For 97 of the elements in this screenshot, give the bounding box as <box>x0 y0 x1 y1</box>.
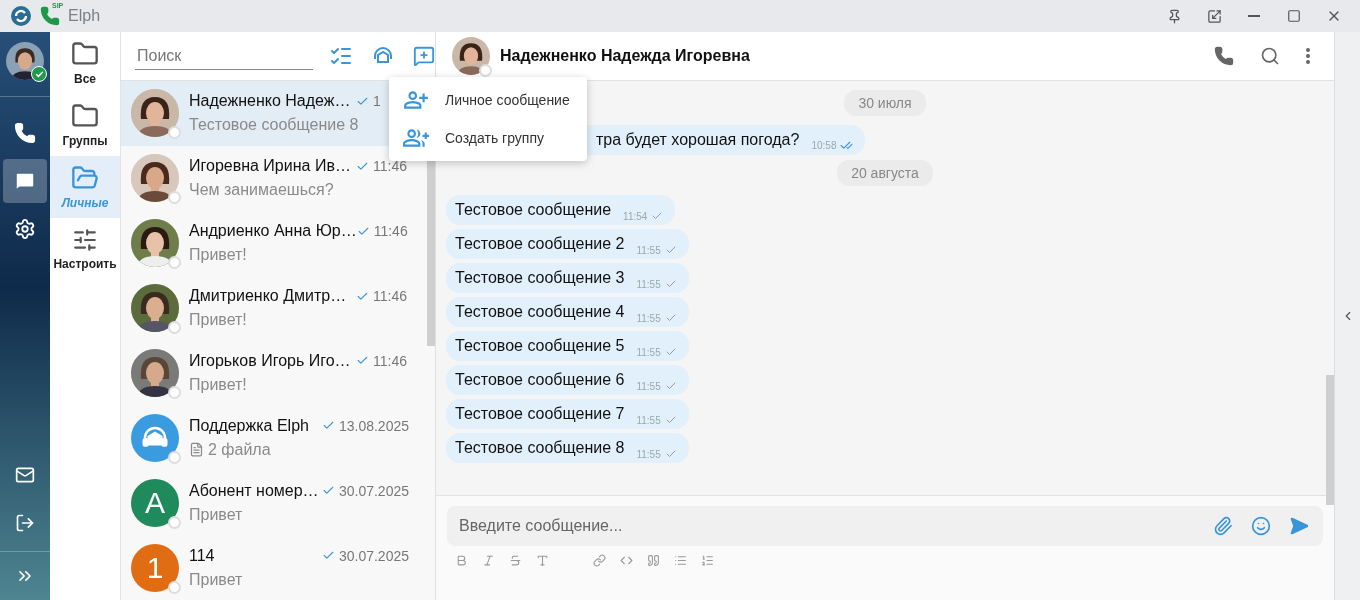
message-time: 11:55 <box>636 346 661 358</box>
search-field[interactable]: Поиск <box>135 42 313 70</box>
italic-button[interactable] <box>482 554 495 567</box>
letter-avatar: 1 <box>131 543 179 592</box>
contact-name: Андриенко Анна Юр… <box>189 222 357 241</box>
app-logo-icon <box>10 5 32 27</box>
pin-icon <box>1166 8 1182 24</box>
phone-icon <box>14 122 36 144</box>
chat-title: Надежненко Надежда Игоревна <box>500 47 750 65</box>
contact-name: Поддержка Elph <box>189 416 309 435</box>
folder-tab[interactable]: Группы <box>50 94 120 156</box>
code-button[interactable] <box>620 554 633 567</box>
message-text: Тестовое сообщение 3 <box>455 269 625 287</box>
chat-nav-button[interactable] <box>3 159 47 203</box>
message-preview: Привет! <box>189 375 247 394</box>
message-preview: Привет! <box>189 246 247 265</box>
scrollbar[interactable] <box>1326 375 1334 505</box>
message-time: 1 <box>373 93 382 110</box>
chat-list-item[interactable]: Дмитриенко Дмитр… 11:46 Привет! <box>121 275 427 341</box>
contact-name: 114 <box>189 546 215 565</box>
logout-icon <box>15 513 35 533</box>
message-time: 30.07.2025 <box>338 547 409 564</box>
message-text: Тестовое сообщение 2 <box>455 235 625 253</box>
letter-avatar: A <box>131 478 179 527</box>
contact-name: Игорьков Игорь Иго… <box>189 351 351 370</box>
send-icon <box>1289 516 1309 536</box>
message-plus-icon <box>413 45 435 67</box>
message-preview: 2 файла <box>208 440 271 459</box>
message-time: 30.07.2025 <box>338 482 409 499</box>
message-text: Тестовое сообщение 7 <box>455 405 625 423</box>
message-input[interactable]: Введите сообщение... <box>457 516 1197 536</box>
message-time: 11:55 <box>636 414 661 426</box>
message-time: 11:46 <box>373 288 408 305</box>
message-time: 10:58 <box>811 140 837 151</box>
chat-list-item[interactable]: Поддержка Elph 13.08.2025 2 файла <box>121 405 427 471</box>
sliders-icon <box>72 227 98 253</box>
quote-button[interactable] <box>647 554 660 567</box>
message-time: 11:46 <box>373 158 408 175</box>
message-field[interactable]: Введите сообщение... <box>447 506 1323 546</box>
more-icon <box>1306 48 1310 64</box>
emoji-button[interactable] <box>1249 514 1273 538</box>
sip-phone-icon <box>40 6 60 26</box>
message-time: 11:55 <box>636 380 661 392</box>
chat-list-item[interactable]: 1 114 30.07.2025 Привет <box>121 535 427 600</box>
message-text: Тестовое сообщение 6 <box>455 371 625 389</box>
minimize-icon <box>1248 15 1260 17</box>
chat-list-item[interactable]: Андриенко Анна Юр… 11:46 Привет! <box>121 210 427 276</box>
chat-list-item[interactable]: A Абонент номер… 30.07.2025 Привет <box>121 470 427 536</box>
contact-name: Игоревна Ирина Ив… <box>189 157 351 176</box>
link-button[interactable] <box>593 554 606 567</box>
message-preview: Привет! <box>189 311 247 330</box>
numbered-list-button[interactable] <box>701 554 714 567</box>
heading-button[interactable] <box>536 554 549 567</box>
smile-icon <box>1251 516 1271 536</box>
contact-name: Дмитриенко Дмитр… <box>189 287 347 306</box>
message-time: 13.08.2025 <box>338 417 409 434</box>
message-preview: Чем занимаешься? <box>189 181 334 200</box>
settings-icon <box>14 218 36 240</box>
message-preview: Тестовое сообщение 8 <box>189 116 359 135</box>
message-time: 11:55 <box>636 448 661 460</box>
folder-icon <box>71 102 99 130</box>
app-title: Elph <box>68 7 101 25</box>
folder-tab[interactable]: Все <box>50 32 120 94</box>
status-ring <box>168 191 181 205</box>
message-text: Тестовое сообщение 5 <box>455 337 625 355</box>
bullet-list-button[interactable] <box>674 554 687 567</box>
folder-tab[interactable]: Настроить <box>50 218 120 280</box>
message-time: 11:55 <box>636 244 661 256</box>
paperclip-icon <box>1213 516 1233 536</box>
message-time: 11:46 <box>373 223 409 240</box>
bold-button[interactable] <box>455 554 468 567</box>
phone-icon <box>1214 46 1234 66</box>
message-preview: Привет <box>189 570 243 589</box>
status-ring <box>168 321 181 335</box>
date-separator: 20 августа <box>837 160 933 186</box>
message-text: Тестовое сообщение 4 <box>455 303 625 321</box>
contact-name: Надежненко Надеж… <box>189 92 351 111</box>
message-time: 11:55 <box>636 312 661 324</box>
strikethrough-button[interactable] <box>509 554 522 567</box>
date-separator: 30 июля <box>844 90 926 116</box>
contact-name: Абонент номер… <box>189 481 319 500</box>
folder-icon <box>71 40 99 68</box>
message-time: 11:54 <box>623 210 648 222</box>
maximize-icon <box>1287 9 1301 23</box>
message-preview: Привет <box>189 505 243 524</box>
message-text: Тестовое сообщение 8 <box>455 439 625 457</box>
status-ring <box>168 126 181 140</box>
mail-icon <box>15 465 35 485</box>
message-time: 11:46 <box>373 352 408 369</box>
chat-icon <box>14 170 36 192</box>
status-ring <box>168 256 181 270</box>
chat-list-item[interactable]: Игорьков Игорь Иго… 11:46 Привет! <box>121 340 427 406</box>
message-text: Тестовое сообщение <box>455 201 612 219</box>
resize-icon <box>1206 8 1222 24</box>
search-icon <box>1260 46 1280 66</box>
message-time: 11:55 <box>636 278 661 290</box>
message-text: тра будет хорошая погода? <box>596 131 800 149</box>
